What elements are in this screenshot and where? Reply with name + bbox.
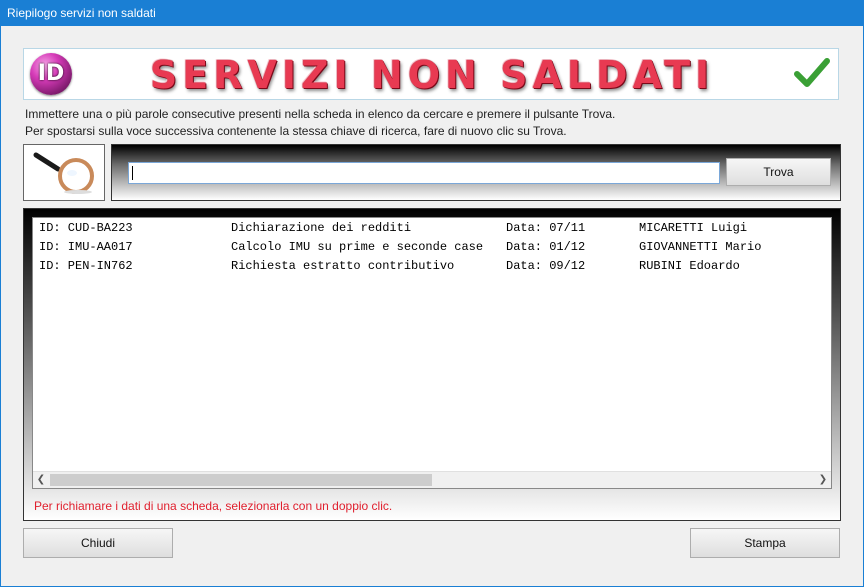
window-client-area: ID SERVIZI NON SALDATI Immettere una o p… (1, 26, 863, 586)
item-id: ID: PEN-IN762 (39, 259, 133, 273)
item-id: ID: CUD-BA223 (39, 221, 133, 235)
list-item[interactable]: ID: PEN-IN762 Richiesta estratto contrib… (33, 257, 831, 276)
search-input[interactable] (128, 162, 720, 184)
item-service: Dichiarazione dei redditi (231, 221, 412, 235)
item-id: ID: IMU-AA017 (39, 240, 133, 254)
results-panel: ID: CUD-BA223 Dichiarazione dei redditi … (23, 208, 841, 521)
scroll-left-icon[interactable]: ❮ (33, 472, 49, 488)
close-button[interactable]: Chiudi (23, 528, 173, 558)
item-date: Data: 01/12 (506, 240, 586, 254)
item-date: Data: 07/11 (506, 221, 586, 235)
magnifier-image (23, 144, 105, 201)
list-item[interactable]: ID: CUD-BA223 Dichiarazione dei redditi … (33, 219, 831, 238)
checkmark-icon (794, 58, 830, 87)
item-client: MICARETTI Luigi (639, 221, 748, 235)
window-title: Riepilogo servizi non saldati (7, 6, 156, 20)
scroll-right-icon[interactable]: ❯ (815, 472, 831, 488)
instructions-line-1: Immettere una o più parole consecutive p… (25, 107, 616, 121)
print-button[interactable]: Stampa (690, 528, 840, 558)
text-caret (132, 166, 133, 180)
scrollbar-thumb[interactable] (50, 474, 432, 486)
results-list[interactable]: ID: CUD-BA223 Dichiarazione dei redditi … (32, 217, 832, 489)
magnifier-icon (33, 152, 94, 194)
page-title: SERVIZI NON SALDATI (149, 53, 715, 97)
find-button[interactable]: Trova (726, 158, 831, 186)
item-service: Richiesta estratto contributivo (231, 259, 455, 273)
item-service: Calcolo IMU su prime e seconde case (231, 240, 484, 254)
header-banner: ID SERVIZI NON SALDATI (23, 48, 839, 100)
item-date: Data: 09/12 (506, 259, 586, 273)
instructions-line-2: Per spostarsi sulla voce successiva cont… (25, 124, 567, 138)
double-click-hint: Per richiamare i dati di una scheda, sel… (34, 499, 393, 513)
horizontal-scrollbar[interactable]: ❮ ❯ (33, 471, 831, 488)
item-client: RUBINI Edoardo (639, 259, 740, 273)
search-panel: Trova (111, 144, 841, 201)
item-client: GIOVANNETTI Mario (639, 240, 762, 254)
window-title-bar[interactable]: Riepilogo servizi non saldati (0, 0, 864, 26)
list-item[interactable]: ID: IMU-AA017 Calcolo IMU su prime e sec… (33, 238, 831, 257)
